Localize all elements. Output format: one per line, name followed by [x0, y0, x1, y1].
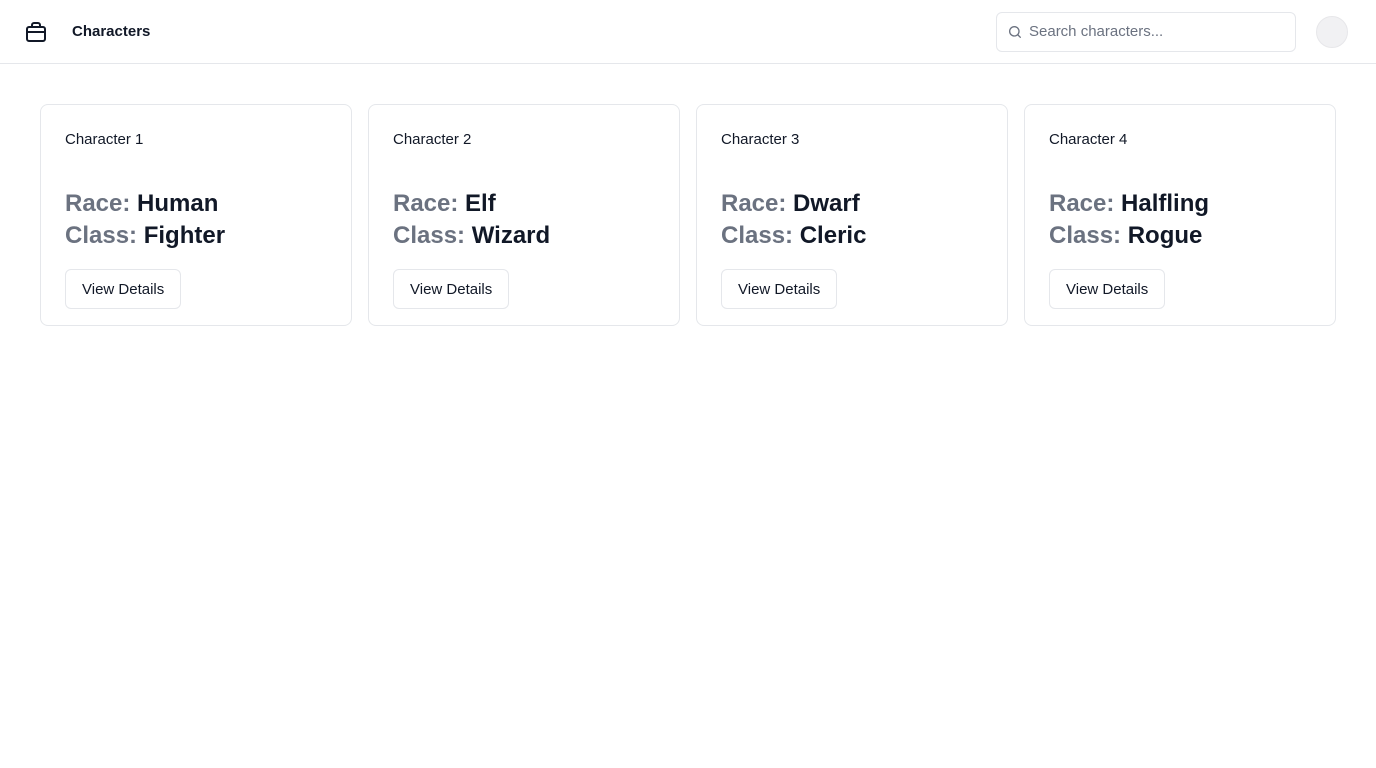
top-bar: Characters	[0, 0, 1376, 64]
class-line: Class: Cleric	[721, 220, 983, 252]
class-value: Fighter	[143, 222, 226, 249]
character-card: Character 4 Race: Halfling Class: Rogue …	[1024, 104, 1336, 326]
race-label: Race:	[721, 190, 787, 217]
class-value: Rogue	[1127, 222, 1203, 249]
package-icon[interactable]	[24, 20, 48, 44]
race-value: Human	[137, 190, 219, 217]
character-card: Character 2 Race: Elf Class: Wizard View…	[368, 104, 680, 326]
view-details-button[interactable]: View Details	[65, 269, 182, 309]
race-label: Race:	[65, 190, 131, 217]
character-card: Character 1 Race: Human Class: Fighter V…	[40, 104, 352, 326]
race-value: Dwarf	[793, 190, 860, 217]
race-value: Halfling	[1121, 190, 1210, 217]
race-label: Race:	[1049, 190, 1115, 217]
class-label: Class:	[721, 222, 794, 249]
race-value: Elf	[465, 190, 496, 217]
class-value: Cleric	[799, 222, 867, 249]
card-stats: Race: Dwarf Class: Cleric	[721, 188, 983, 252]
character-card: Character 3 Race: Dwarf Class: Cleric Vi…	[696, 104, 1008, 326]
race-line: Race: Dwarf	[721, 188, 983, 220]
view-details-button[interactable]: View Details	[1049, 269, 1166, 309]
card-title: Character 3	[721, 131, 800, 148]
card-title: Character 2	[393, 131, 472, 148]
character-grid: Character 1 Race: Human Class: Fighter V…	[40, 104, 1336, 326]
search-input[interactable]	[997, 12, 1295, 51]
class-line: Class: Wizard	[393, 220, 655, 252]
search-box[interactable]	[996, 11, 1296, 52]
card-stats: Race: Elf Class: Wizard	[393, 188, 655, 252]
race-label: Race:	[393, 190, 459, 217]
view-details-button[interactable]: View Details	[721, 269, 838, 309]
card-stats: Race: Halfling Class: Rogue	[1049, 188, 1311, 252]
card-title: Character 1	[65, 131, 144, 148]
race-line: Race: Human	[65, 188, 327, 220]
page-title: Characters	[72, 23, 151, 40]
race-line: Race: Halfling	[1049, 188, 1311, 220]
avatar[interactable]	[1316, 15, 1348, 48]
class-label: Class:	[393, 222, 466, 249]
class-line: Class: Fighter	[65, 220, 327, 252]
card-title: Character 4	[1049, 131, 1128, 148]
class-line: Class: Rogue	[1049, 220, 1311, 252]
view-details-button[interactable]: View Details	[393, 269, 510, 309]
class-label: Class:	[1049, 222, 1122, 249]
race-line: Race: Elf	[393, 188, 655, 220]
class-value: Wizard	[471, 222, 551, 249]
class-label: Class:	[65, 222, 138, 249]
search-icon	[1007, 24, 1023, 40]
card-stats: Race: Human Class: Fighter	[65, 188, 327, 252]
